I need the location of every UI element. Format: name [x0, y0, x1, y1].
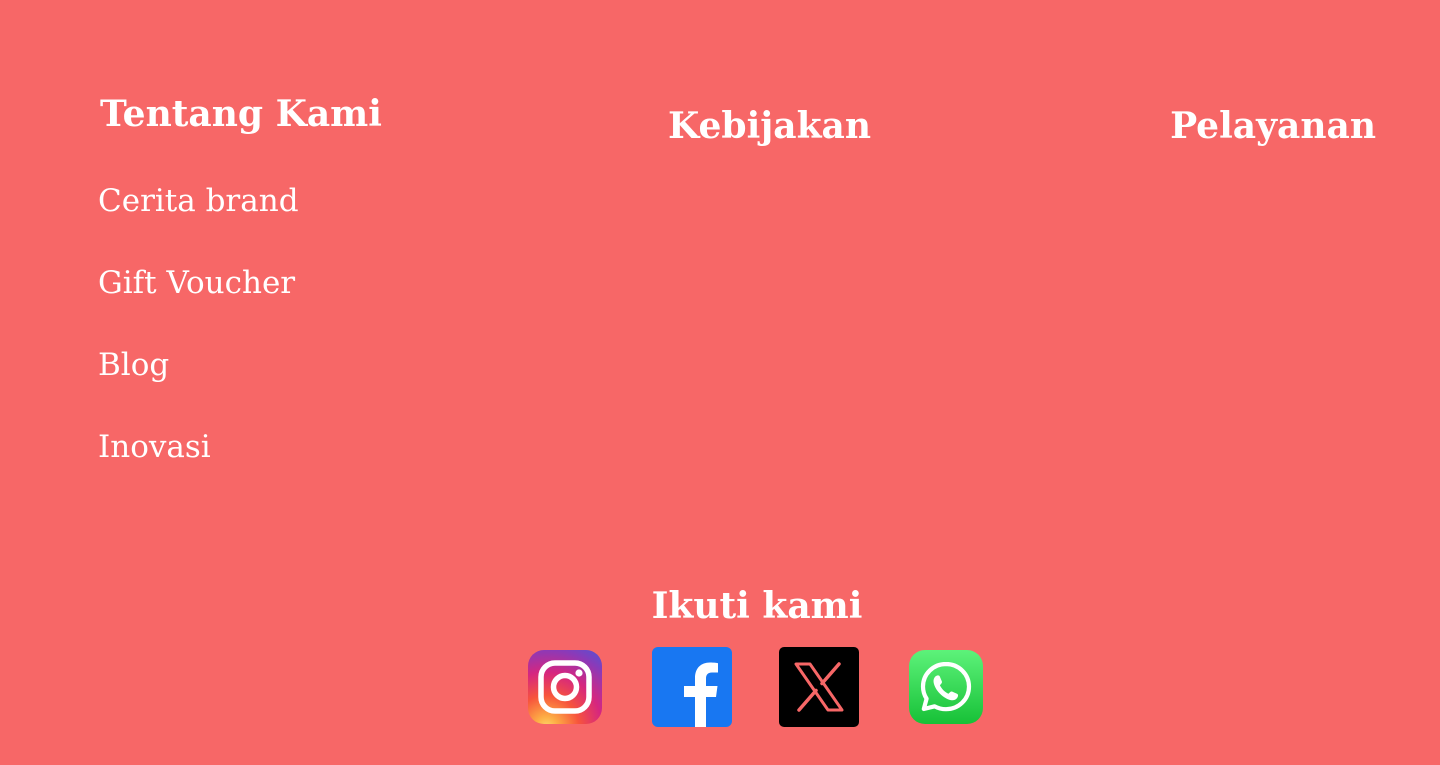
list-item: Cerita brand: [98, 180, 299, 262]
site-footer: Tentang Kami Cerita brand Gift Voucher B…: [0, 0, 1440, 765]
about-heading: Tentang Kami: [100, 93, 382, 135]
list-item: Inovasi: [98, 426, 299, 508]
follow-us-heading: Ikuti kami: [0, 584, 1440, 628]
instagram-icon: [528, 650, 602, 724]
list-item: Blog: [98, 344, 299, 426]
list-item: Gift Voucher: [98, 262, 299, 344]
gift-voucher-link[interactable]: Gift Voucher: [98, 262, 295, 304]
about-links: Cerita brand Gift Voucher Blog Inovasi: [98, 180, 299, 508]
whatsapp-icon: [909, 650, 983, 724]
x-icon: [779, 647, 859, 727]
service-heading: Pelayanan: [1170, 105, 1376, 147]
x-link[interactable]: [779, 647, 859, 727]
instagram-link[interactable]: [528, 650, 602, 730]
brand-story-link[interactable]: Cerita brand: [98, 180, 299, 222]
blog-link[interactable]: Blog: [98, 344, 169, 386]
follow-us-label: Ikuti kami: [651, 585, 863, 627]
policy-heading: Kebijakan: [668, 105, 872, 147]
whatsapp-link[interactable]: [909, 650, 983, 730]
innovation-link[interactable]: Inovasi: [98, 426, 211, 468]
facebook-link[interactable]: [652, 647, 732, 727]
facebook-icon: [652, 647, 732, 727]
